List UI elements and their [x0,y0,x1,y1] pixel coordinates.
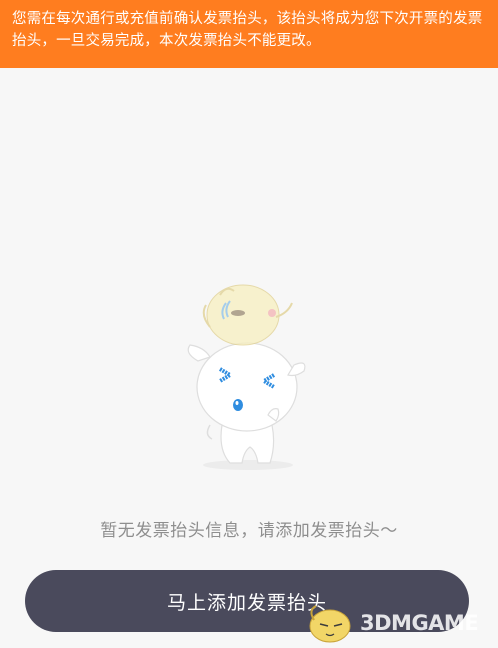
watermark: 3DMGAME [300,600,496,646]
empty-state-message: 暂无发票抬头信息，请添加发票抬头～ [100,521,398,541]
empty-state-illustration [187,284,306,470]
notice-text: 您需在每次通行或充值前确认发票抬头，该抬头将成为您下次开票的发票抬头，一旦交易完… [12,11,483,49]
watermark-text: 3DMGAME [360,611,479,635]
watermark-mascot-icon [309,605,351,643]
notice-banner: 您需在每次通行或充值前确认发票抬头，该抬头将成为您下次开票的发票抬头，一旦交易完… [0,0,498,68]
